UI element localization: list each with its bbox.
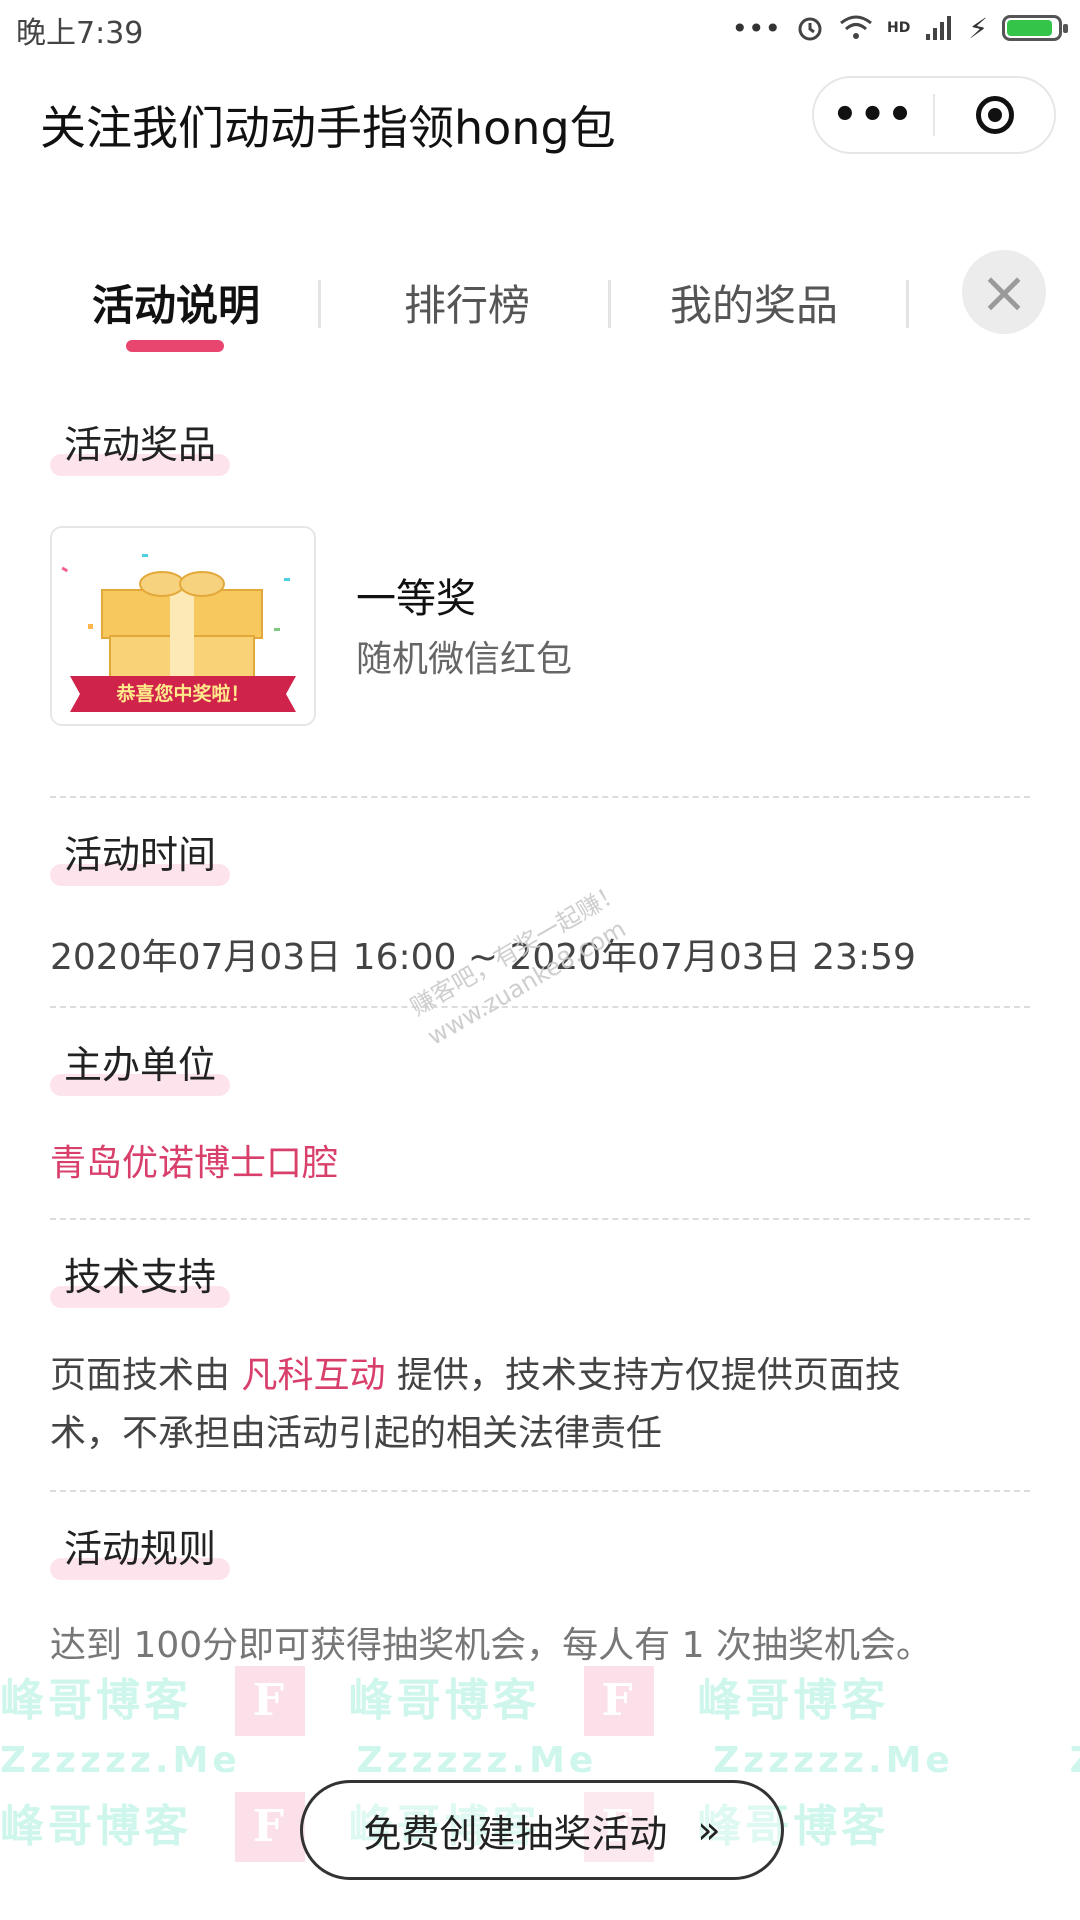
network-label: HD bbox=[886, 20, 911, 36]
tab-separator bbox=[608, 280, 611, 328]
tab-separator bbox=[906, 280, 909, 328]
wifi-icon bbox=[840, 15, 872, 39]
tab-bar: 活动说明 排行榜 我的奖品 × bbox=[0, 250, 1080, 360]
watermark-url: Zzzzzz.Me bbox=[1070, 1740, 1080, 1781]
watermark-url: Zzzzzz.Me bbox=[713, 1740, 954, 1781]
tech-support-line2: 术，不承担由活动引起的相关法律责任 bbox=[50, 1413, 663, 1454]
battery-icon bbox=[1002, 15, 1068, 41]
watermark-url: Zzzzzz.Me bbox=[356, 1740, 598, 1781]
prize-desc: 随机微信红包 bbox=[356, 639, 573, 680]
section-label-time: 活动时间 bbox=[50, 816, 231, 886]
section-label-rules: 活动规则 bbox=[50, 1510, 231, 1580]
signal-icon bbox=[926, 16, 952, 40]
status-time: 晚上7:39 bbox=[16, 16, 144, 51]
tech-support-line1: 页面技术由 凡科互动 提供，技术支持方仅提供页面技 bbox=[50, 1346, 901, 1398]
watermark-logo: F bbox=[583, 1666, 654, 1736]
status-bar: 晚上7:39 ••• HD ⚡ bbox=[0, 0, 1080, 56]
more-dots-icon[interactable]: ••• bbox=[814, 78, 933, 152]
section-label-organizer: 主办单位 bbox=[50, 1026, 231, 1096]
watermark-row: 峰哥博客 F 峰哥博客 F 峰哥博客 bbox=[0, 1664, 889, 1736]
create-button-label: 免费创建抽奖活动 bbox=[363, 1811, 668, 1856]
section-divider bbox=[50, 1006, 1030, 1008]
tab-leaderboard[interactable]: 排行榜 bbox=[404, 272, 530, 333]
double-chevron-right-icon: » bbox=[697, 1808, 721, 1852]
organizer-name: 青岛优诺博士口腔 bbox=[50, 1143, 339, 1184]
watermark-brand: 峰哥博客 bbox=[0, 1675, 192, 1726]
watermark-row: Zzzzzz.Me Zzzzzz.Me Zzzzzz.Me Zzzzzz.Me bbox=[0, 1740, 1080, 1781]
mini-program-capsule: ••• bbox=[812, 76, 1056, 154]
watermark-logo: F bbox=[235, 1792, 306, 1862]
section-label-prizes: 活动奖品 bbox=[50, 406, 231, 476]
tab-my-prizes[interactable]: 我的奖品 bbox=[670, 272, 838, 333]
tech-suffix: 提供，技术支持方仅提供页面技 bbox=[385, 1355, 901, 1396]
tab-separator bbox=[318, 280, 321, 328]
section-divider bbox=[50, 796, 1030, 798]
section-label-tech: 技术支持 bbox=[50, 1238, 231, 1308]
alarm-icon bbox=[798, 17, 822, 41]
page-title: 关注我们动动手指领hong包 bbox=[40, 101, 616, 155]
charging-icon: ⚡ bbox=[968, 11, 988, 45]
nav-bar: 关注我们动动手指领hong包 ••• bbox=[0, 70, 1080, 170]
watermark-brand: 峰哥博客 bbox=[697, 1675, 890, 1726]
more-dots-status-icon: ••• bbox=[731, 11, 781, 45]
prize-name: 一等奖 bbox=[356, 576, 476, 622]
watermark-brand: 峰哥博客 bbox=[348, 1675, 541, 1726]
tech-prefix: 页面技术由 bbox=[50, 1355, 242, 1396]
tab-activity-info[interactable]: 活动说明 bbox=[92, 272, 260, 333]
active-tab-indicator bbox=[126, 340, 224, 352]
tech-provider-link[interactable]: 凡科互动 bbox=[241, 1355, 385, 1396]
status-icons: ••• HD ⚡ bbox=[731, 8, 1068, 48]
close-icon[interactable]: × bbox=[962, 250, 1046, 334]
section-divider bbox=[50, 1490, 1030, 1492]
prize-image: 恭喜您中奖啦！ bbox=[50, 526, 316, 726]
gift-box-icon: 恭喜您中奖啦！ bbox=[52, 528, 314, 724]
target-icon[interactable] bbox=[935, 78, 1054, 152]
prize-banner-text: 恭喜您中奖啦！ bbox=[115, 682, 249, 705]
watermark-url: Zzzzzz.Me bbox=[0, 1740, 241, 1781]
battery-level bbox=[1007, 20, 1052, 36]
watermark-logo: F bbox=[235, 1666, 306, 1736]
watermark-brand: 峰哥博客 bbox=[0, 1801, 192, 1852]
rules-text: 达到 100分即可获得抽奖机会，每人有 1 次抽奖机会。 bbox=[50, 1625, 932, 1666]
section-divider bbox=[50, 1218, 1030, 1220]
create-lottery-button[interactable]: 免费创建抽奖活动 » bbox=[300, 1780, 784, 1880]
